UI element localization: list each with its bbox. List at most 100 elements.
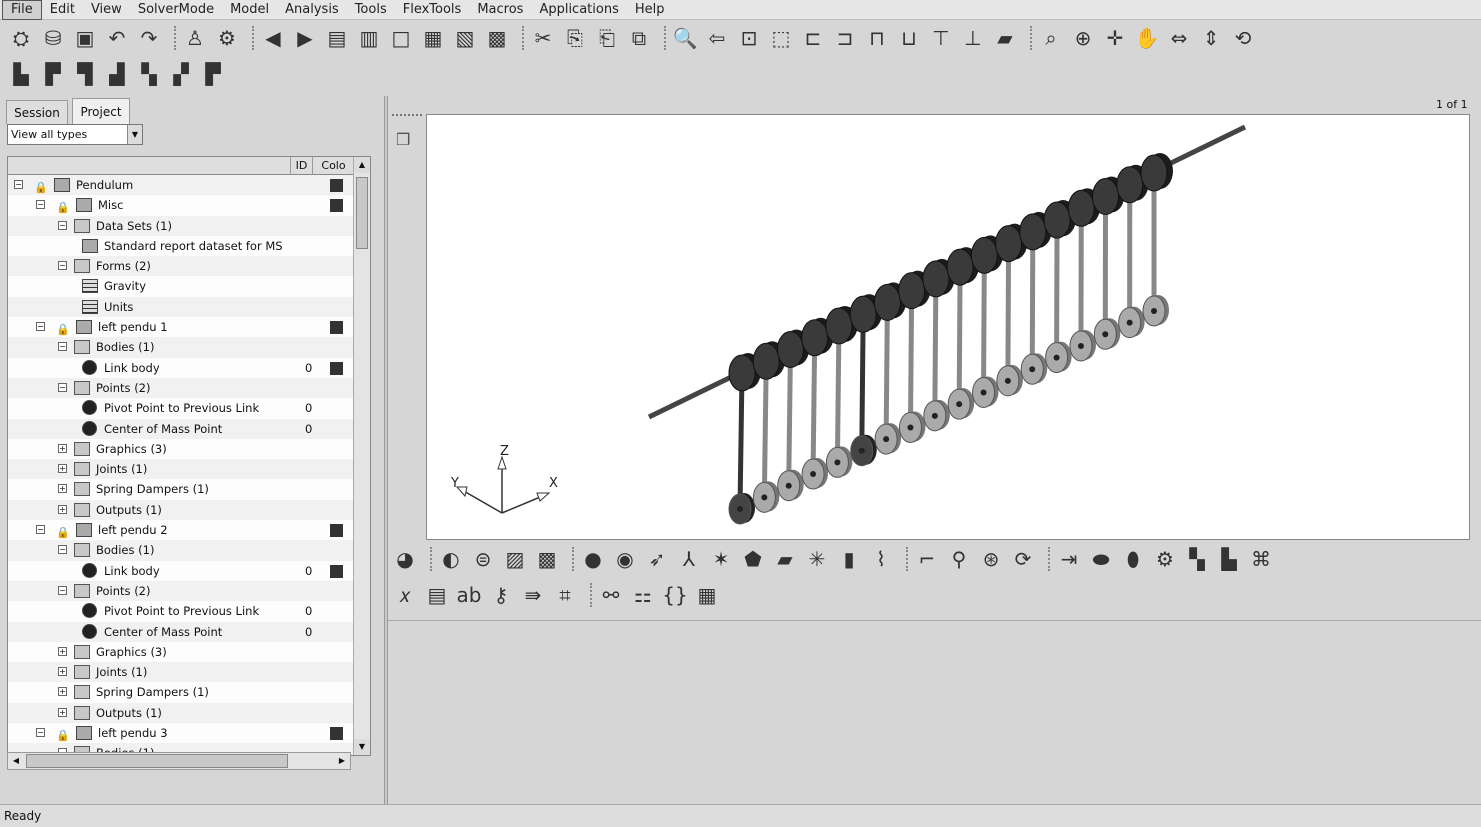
tree-row[interactable]: Link body 0 [8, 357, 354, 378]
menu-file[interactable]: File [2, 0, 42, 20]
scroll-right-icon[interactable]: ▶ [334, 753, 350, 769]
menu-analysis[interactable]: Analysis [277, 1, 347, 19]
tree-row[interactable]: Center of Mass Point 0 [8, 418, 354, 439]
spin-icon[interactable]: ⟲ [1230, 25, 1256, 51]
output-icon[interactable]: ▙ [1216, 546, 1242, 572]
tree-row[interactable]: − Points (2) [8, 377, 354, 399]
menu-model[interactable]: Model [222, 1, 277, 19]
tree-row[interactable]: Pivot Point to Previous Link 0 [8, 601, 354, 622]
joint-icon[interactable]: ✶ [708, 546, 734, 572]
tree-row[interactable]: − 🔒 left pendu 1 [8, 317, 354, 338]
scroll-thumb[interactable] [356, 177, 368, 249]
plane-icon[interactable]: ▮ [836, 546, 862, 572]
torque-icon[interactable]: ⟳ [1010, 546, 1036, 572]
rotate-vertical-icon[interactable]: ⇕ [1198, 25, 1224, 51]
tree-row[interactable]: Center of Mass Point 0 [8, 621, 354, 642]
collapse-icon[interactable]: − [58, 261, 67, 271]
string-icon[interactable]: ab [456, 582, 482, 608]
tree-vertical-scrollbar[interactable]: ▲ ▼ [353, 157, 370, 755]
tree-row[interactable]: − 🔒 Pendulum [8, 175, 354, 196]
window-2-icon[interactable]: ▧ [452, 25, 478, 51]
tree-row[interactable]: + Spring Dampers (1) [8, 479, 354, 500]
tree-row[interactable]: Link body 0 [8, 560, 354, 581]
scroll-left-icon[interactable]: ◀ [8, 753, 24, 769]
view-top-icon[interactable]: ⊤ [928, 25, 954, 51]
tree-horizontal-scrollbar[interactable]: ◀ ▶ [7, 752, 351, 770]
run-icon[interactable]: ♙ [182, 25, 208, 51]
contact-icon[interactable]: ⬮ [1120, 546, 1146, 572]
view-cube-icon[interactable]: ❒ [396, 130, 416, 150]
view-left-icon[interactable]: ⊓ [864, 25, 890, 51]
menu-help[interactable]: Help [627, 1, 673, 19]
gear-icon[interactable]: ⚙ [1152, 546, 1178, 572]
color-swatch[interactable] [330, 199, 343, 213]
menu-solvermode[interactable]: SolverMode [130, 1, 222, 19]
menu-applications[interactable]: Applications [531, 1, 626, 19]
tree-row[interactable]: + Outputs (1) [8, 499, 354, 521]
zoom-icon[interactable]: 🔍 [672, 25, 698, 51]
collapse-icon[interactable]: − [14, 180, 23, 189]
view-back-icon[interactable]: ⊐ [832, 25, 858, 51]
import-icon[interactable]: ⛁ [40, 25, 66, 51]
tab-session[interactable]: Session [6, 100, 68, 124]
scroll-up-icon[interactable]: ▲ [354, 157, 370, 173]
window-1-icon[interactable]: ▦ [420, 25, 446, 51]
color-swatch[interactable] [330, 179, 343, 192]
chevron-down-icon[interactable]: ▼ [127, 125, 142, 144]
surface-icon[interactable]: ▰ [772, 546, 798, 572]
solver-icon[interactable]: ⚙ [214, 25, 240, 51]
zoom-area-icon[interactable]: ⌕ [1038, 25, 1064, 51]
menu-edit[interactable]: Edit [42, 1, 83, 19]
menu-tools[interactable]: Tools [347, 1, 395, 19]
hand-icon[interactable]: ✋ [1134, 25, 1160, 51]
entity-2-icon[interactable]: ▛ [40, 61, 66, 87]
tree-row[interactable]: − Data Sets (1) [8, 215, 354, 236]
tree-row[interactable]: − 🔒 left pendu 3 [8, 723, 354, 744]
entity-5-icon[interactable]: ▚ [136, 61, 162, 87]
cylinder-icon[interactable]: ⬬ [1088, 546, 1114, 572]
motion-icon[interactable]: ⇥ [1056, 546, 1082, 572]
entity-7-icon[interactable]: ▛ [200, 61, 226, 87]
hscroll-thumb[interactable] [26, 754, 288, 768]
duplicate-icon[interactable]: ⧉ [626, 25, 652, 51]
open-model-icon[interactable]: ⛭ [8, 25, 34, 51]
form-icon[interactable]: ⇛ [520, 582, 546, 608]
paste-icon[interactable]: ⎗ [594, 25, 620, 51]
tree-row[interactable]: − 🔒 left pendu 2 [8, 520, 354, 541]
collapse-icon[interactable]: − [36, 525, 45, 535]
template-icon[interactable]: ⚷ [488, 582, 514, 608]
sensor-icon[interactable]: ▚ [1184, 546, 1210, 572]
tree-row[interactable]: Gravity [8, 276, 354, 297]
undo-icon[interactable]: ↶ [104, 25, 130, 51]
view-iso-icon[interactable]: ⬚ [768, 25, 794, 51]
collapse-icon[interactable]: − [58, 585, 67, 595]
solver-var-icon[interactable]: ⚯ [598, 582, 624, 608]
expand-icon[interactable]: + [58, 484, 67, 494]
tree-row[interactable]: Standard report dataset for MS [8, 235, 354, 257]
back-icon[interactable]: ◀ [260, 25, 286, 51]
expand-icon[interactable]: + [58, 646, 67, 656]
view-fit-icon[interactable]: ⊡ [736, 25, 762, 51]
view-bottom-icon[interactable]: ⊥ [960, 25, 986, 51]
forward-icon[interactable]: ▶ [292, 25, 318, 51]
pan-icon[interactable]: ✛ [1102, 25, 1128, 51]
menu-macros[interactable]: Macros [469, 1, 531, 19]
force-icon[interactable]: ⊛ [978, 546, 1004, 572]
expand-icon[interactable]: + [58, 667, 67, 677]
point-icon[interactable]: ● [580, 546, 606, 572]
column-header-color[interactable]: Colo [312, 157, 354, 175]
zoom-in-icon[interactable]: ⊕ [1070, 25, 1096, 51]
color-swatch[interactable] [330, 727, 343, 741]
entity-1-icon[interactable]: ▙ [8, 61, 34, 87]
graphics-viewport[interactable]: Z X Y [426, 114, 1470, 540]
view-front-icon[interactable]: ⊏ [800, 25, 826, 51]
collapse-icon[interactable]: − [58, 545, 67, 555]
beam-icon[interactable]: ⌐ [914, 546, 940, 572]
entity-6-icon[interactable]: ▞ [168, 61, 194, 87]
copy-icon[interactable]: ⎘ [562, 25, 588, 51]
collapse-icon[interactable]: − [36, 728, 45, 738]
collapse-icon[interactable]: − [58, 342, 67, 352]
redo-icon[interactable]: ↷ [136, 25, 162, 51]
tree-row[interactable]: − Bodies (1) [8, 540, 354, 561]
collapse-icon[interactable]: − [36, 322, 45, 332]
